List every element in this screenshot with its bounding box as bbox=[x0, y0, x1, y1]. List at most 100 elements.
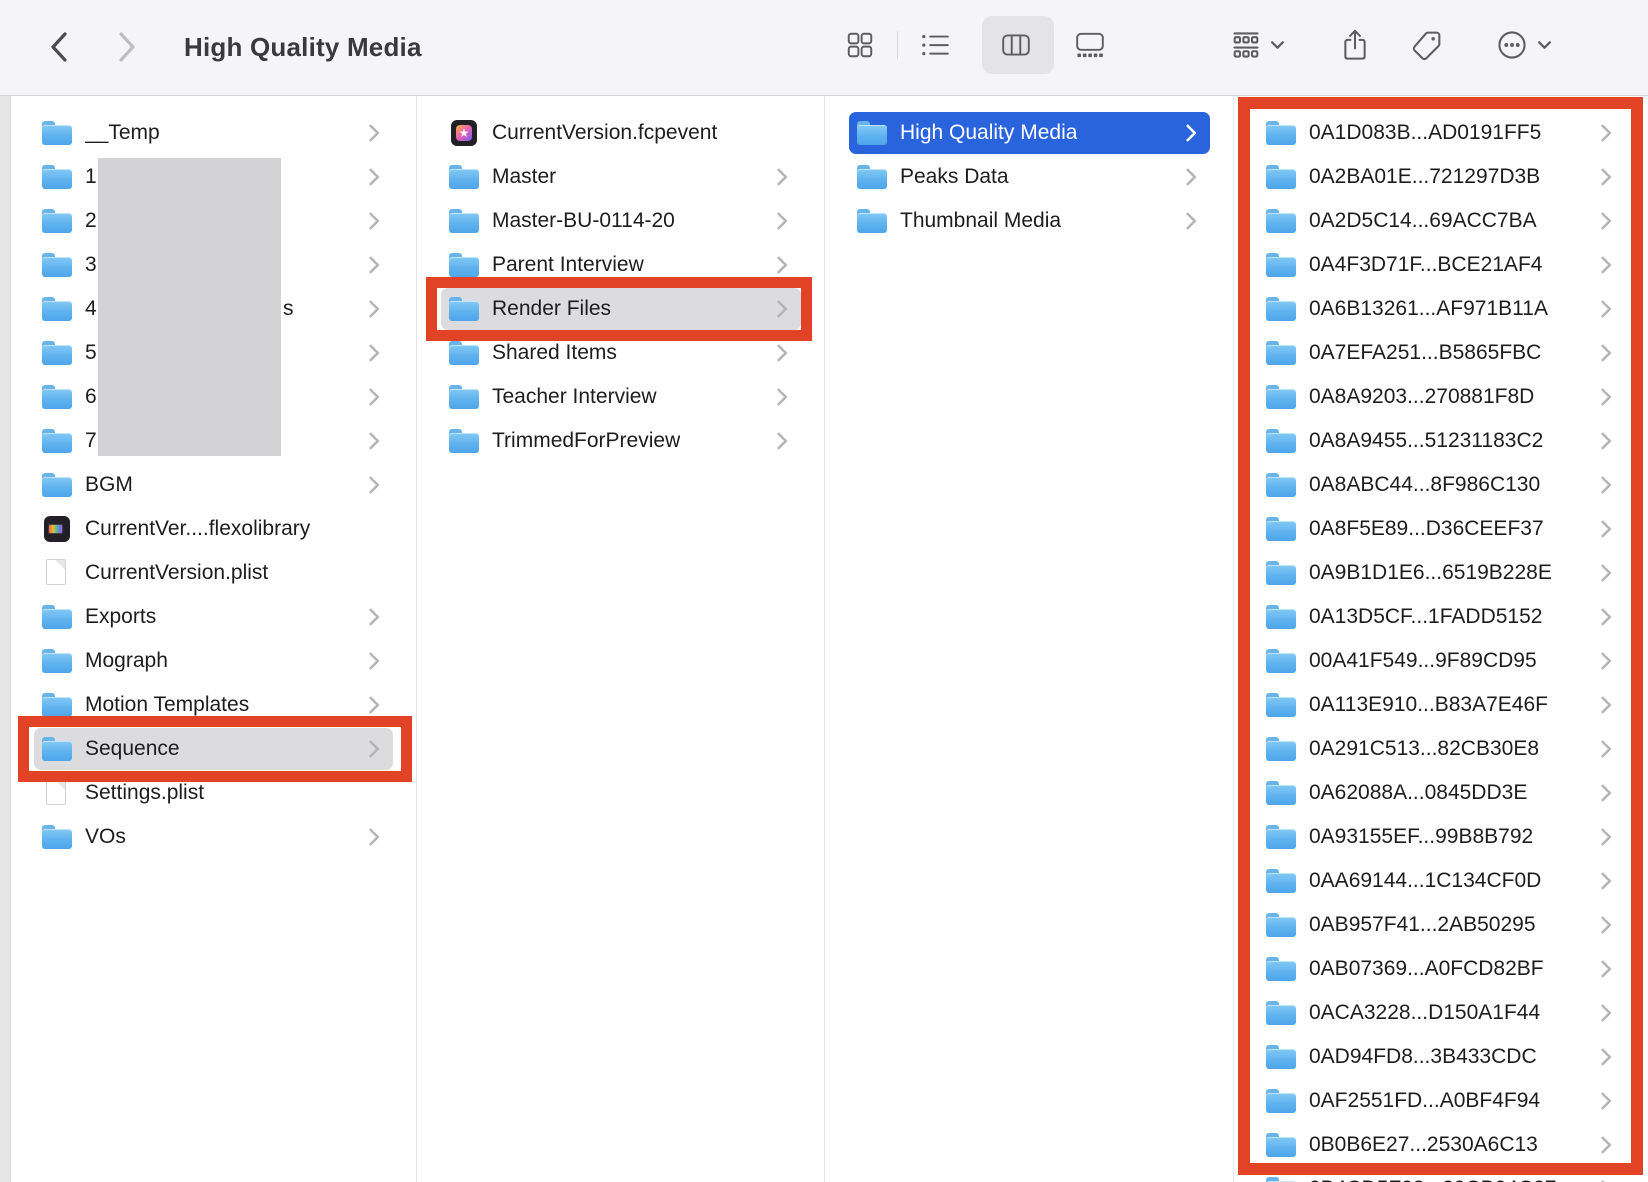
list-item[interactable]: Peaks Data bbox=[825, 155, 1233, 199]
list-item[interactable]: Sequence bbox=[10, 727, 416, 771]
list-item[interactable]: 0A7EFA251...B5865FBC bbox=[1234, 331, 1648, 375]
list-item[interactable]: 00A41F549...9F89CD95 bbox=[1234, 639, 1648, 683]
chevron-right-icon bbox=[1601, 960, 1612, 978]
folder-icon bbox=[1266, 514, 1296, 544]
gallery-view-button[interactable] bbox=[1058, 22, 1122, 68]
list-view-button[interactable] bbox=[903, 22, 967, 68]
list-item[interactable]: 0A113E910...B83A7E46F bbox=[1234, 683, 1648, 727]
list-item[interactable]: 0AA69144...1C134CF0D bbox=[1234, 859, 1648, 903]
list-item[interactable]: 0A93155EF...99B8B792 bbox=[1234, 815, 1648, 859]
list-item[interactable]: 0A8F5E89...D36CEEF37 bbox=[1234, 507, 1648, 551]
list-item[interactable]: 0AB957F41...2AB50295 bbox=[1234, 903, 1648, 947]
window-title: High Quality Media bbox=[184, 32, 422, 62]
chevron-right-icon bbox=[1601, 828, 1612, 846]
chevron-right-icon bbox=[1601, 564, 1612, 582]
chevron-right-icon bbox=[369, 300, 380, 318]
list-item[interactable]: CurrentVersion.plist bbox=[10, 551, 416, 595]
chevron-right-icon bbox=[369, 168, 380, 186]
list-item[interactable]: Motion Templates bbox=[10, 683, 416, 727]
chevron-right-icon bbox=[777, 300, 788, 318]
list-item[interactable]: 0A4F3D71F...BCE21AF4 bbox=[1234, 243, 1648, 287]
list-item[interactable]: 0A8A9455...51231183C2 bbox=[1234, 419, 1648, 463]
list-item[interactable]: CurrentVer....flexolibrary bbox=[10, 507, 416, 551]
icon-view-button[interactable] bbox=[828, 22, 892, 68]
chevron-right-icon bbox=[1601, 212, 1612, 230]
item-label: 1 bbox=[85, 165, 97, 188]
list-item[interactable]: Master bbox=[417, 155, 824, 199]
item-label: 0AB957F41...2AB50295 bbox=[1309, 913, 1536, 936]
folder-icon bbox=[42, 470, 72, 500]
list-item[interactable]: 0A9B1D1E6...6519B228E bbox=[1234, 551, 1648, 595]
list-item[interactable]: 0AB07369...A0FCD82BF bbox=[1234, 947, 1648, 991]
list-item[interactable]: 0A13D5CF...1FADD5152 bbox=[1234, 595, 1648, 639]
folder-icon bbox=[857, 162, 887, 192]
list-item[interactable]: 0A8A9203...270881F8D bbox=[1234, 375, 1648, 419]
item-label: 0A113E910...B83A7E46F bbox=[1309, 693, 1548, 716]
back-button[interactable] bbox=[42, 26, 78, 68]
list-item[interactable]: 0ACA3228...D150A1F44 bbox=[1234, 991, 1648, 1035]
list-item[interactable]: 0A1D083B...AD0191FF5 bbox=[1234, 111, 1648, 155]
item-label: Teacher Interview bbox=[492, 385, 657, 408]
chevron-right-icon bbox=[1601, 1048, 1612, 1066]
list-item[interactable]: 0A8ABC44...8F986C130 bbox=[1234, 463, 1648, 507]
list-item[interactable]: 0A6B13261...AF971B11A bbox=[1234, 287, 1648, 331]
item-label: Settings.plist bbox=[85, 781, 205, 804]
list-item[interactable]: 0A62088A...0845DD3E bbox=[1234, 771, 1648, 815]
item-label: 0A13D5CF...1FADD5152 bbox=[1309, 605, 1543, 628]
list-item[interactable]: 0AD94FD8...3B433CDC bbox=[1234, 1035, 1648, 1079]
chevron-right-icon bbox=[369, 388, 380, 406]
list-item[interactable]: Thumbnail Media bbox=[825, 199, 1233, 243]
list-item[interactable]: BGM bbox=[10, 463, 416, 507]
chevron-right-icon bbox=[1601, 740, 1612, 758]
list-item[interactable]: Render Files bbox=[417, 287, 824, 331]
list-item[interactable]: Exports bbox=[10, 595, 416, 639]
more-button[interactable] bbox=[1486, 22, 1562, 68]
forward-button[interactable] bbox=[108, 26, 144, 68]
text-fragment: s bbox=[283, 297, 294, 320]
folder-icon bbox=[42, 162, 72, 192]
list-item[interactable]: __Temp bbox=[10, 111, 416, 155]
list-item[interactable]: 0AF2551FD...A0BF4F94 bbox=[1234, 1079, 1648, 1123]
item-label: Peaks Data bbox=[900, 165, 1009, 188]
list-item[interactable]: Shared Items bbox=[417, 331, 824, 375]
list-item[interactable]: 0A291C513...82CB30E8 bbox=[1234, 727, 1648, 771]
chevron-right-icon bbox=[1186, 168, 1197, 186]
chevron-right-icon bbox=[369, 696, 380, 714]
chevron-right-icon bbox=[369, 212, 380, 230]
column-view-button[interactable] bbox=[984, 22, 1048, 68]
item-label: High Quality Media bbox=[900, 121, 1078, 144]
chevron-right-icon bbox=[1601, 256, 1612, 274]
folder-icon bbox=[1266, 954, 1296, 984]
list-item[interactable]: 0B4CD5F93...29CB04C27 bbox=[1234, 1167, 1648, 1182]
item-label: 0A2D5C14...69ACC7BA bbox=[1309, 209, 1537, 232]
folder-icon bbox=[1266, 558, 1296, 588]
list-item[interactable]: Mograph bbox=[10, 639, 416, 683]
item-label: 0B0B6E27...2530A6C13 bbox=[1309, 1133, 1538, 1156]
folder-icon bbox=[449, 162, 479, 192]
list-item[interactable]: 0A2D5C14...69ACC7BA bbox=[1234, 199, 1648, 243]
list-item[interactable]: 0A2BA01E...721297D3B bbox=[1234, 155, 1648, 199]
chevron-right-icon bbox=[1601, 388, 1612, 406]
list-item[interactable]: TrimmedForPreview bbox=[417, 419, 824, 463]
folder-icon bbox=[42, 734, 72, 764]
list-item[interactable]: High Quality Media bbox=[825, 111, 1233, 155]
folder-icon bbox=[1266, 998, 1296, 1028]
folder-icon bbox=[1266, 734, 1296, 764]
list-item[interactable]: Master-BU-0114-20 bbox=[417, 199, 824, 243]
list-item[interactable]: Settings.plist bbox=[10, 771, 416, 815]
folder-icon bbox=[42, 206, 72, 236]
item-label: 0A291C513...82CB30E8 bbox=[1309, 737, 1540, 760]
tag-button[interactable] bbox=[1410, 22, 1444, 68]
share-button[interactable] bbox=[1338, 22, 1372, 68]
list-item[interactable]: Teacher Interview bbox=[417, 375, 824, 419]
item-label: Mograph bbox=[85, 649, 168, 672]
group-button[interactable] bbox=[1218, 22, 1298, 68]
list-item[interactable]: VOs bbox=[10, 815, 416, 859]
list-item[interactable]: CurrentVersion.fcpevent bbox=[417, 111, 824, 155]
list-item[interactable]: 0B0B6E27...2530A6C13 bbox=[1234, 1123, 1648, 1167]
finder-column-4: 0A1D083B...AD0191FF5 0A2BA01E...721297D3… bbox=[1234, 95, 1648, 1182]
folder-icon bbox=[857, 206, 887, 236]
chevron-right-icon bbox=[1601, 344, 1612, 362]
list-item[interactable]: Parent Interview bbox=[417, 243, 824, 287]
item-label: CurrentVer....flexolibrary bbox=[85, 517, 311, 540]
